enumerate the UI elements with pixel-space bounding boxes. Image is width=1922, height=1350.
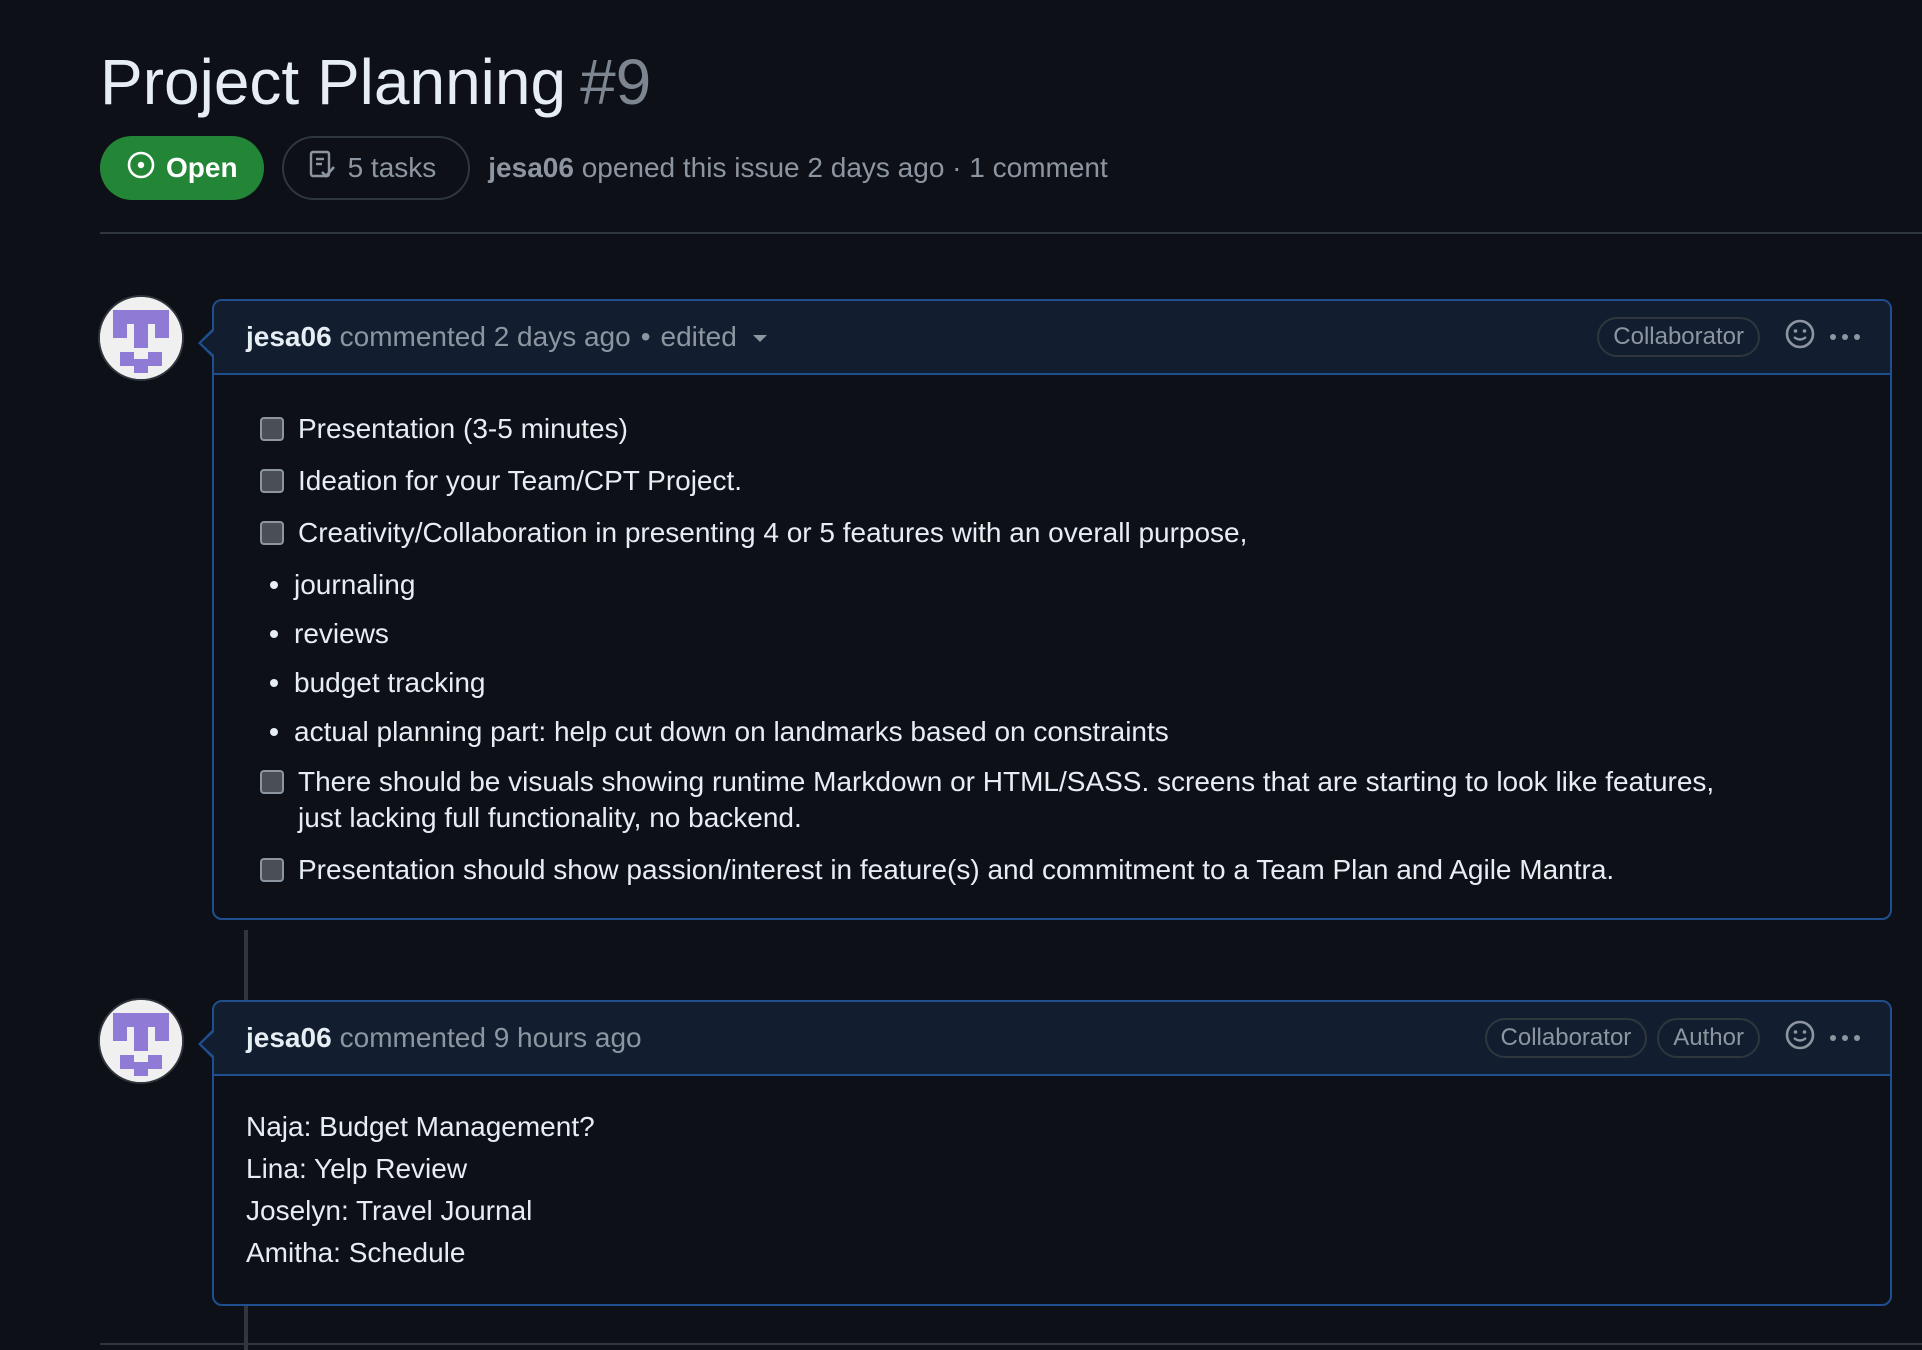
task-list-item: Presentation should show passion/interes… (246, 852, 1858, 888)
comment-header: jesa06 commented 2 days ago • edited Col… (198, 301, 1890, 375)
issue-comment: jesa06 commented 9 hours ago Collaborato… (198, 1000, 1892, 1306)
edited-history-button[interactable]: edited (661, 321, 767, 353)
issue-title-text: Project Planning (100, 46, 567, 118)
task-checkbox[interactable] (260, 858, 284, 882)
edited-label: edited (660, 321, 737, 352)
task-checkbox[interactable] (260, 469, 284, 493)
avatar[interactable] (100, 1000, 182, 1082)
add-reaction-button[interactable] (1784, 318, 1816, 357)
list-item: journaling (246, 567, 1858, 603)
comment-line: Joselyn: Travel Journal (246, 1195, 533, 1226)
comment-line: Lina: Yelp Review (246, 1153, 468, 1184)
chevron-down-icon (752, 335, 767, 343)
comment-timestamp[interactable]: commented 2 days ago (340, 321, 631, 353)
comment-options-button[interactable] (1830, 1018, 1860, 1058)
kebab-horizontal-icon (1830, 334, 1836, 340)
comment-options-button[interactable] (1830, 317, 1860, 357)
task-list-item: Presentation (3-5 minutes) (246, 411, 1858, 447)
task-list-item: Ideation for your Team/CPT Project. (246, 463, 1858, 499)
collaborator-label: Collaborator (1597, 317, 1760, 357)
header-divider (100, 232, 1922, 234)
issue-author-link[interactable]: jesa06 (488, 152, 574, 183)
comment-header: jesa06 commented 9 hours ago Collaborato… (198, 1002, 1890, 1076)
list-item-text: actual planning part: help cut down on l… (294, 716, 1169, 747)
task-text: There should be visuals showing runtime … (298, 766, 1715, 833)
issue-opened-icon (126, 150, 166, 187)
comment-header-actions: Collaborator Author (1475, 1018, 1860, 1058)
kebab-horizontal-icon (1830, 1035, 1836, 1041)
issue-number: #9 (580, 46, 652, 118)
footer-divider (100, 1343, 1922, 1345)
comment-timestamp[interactable]: commented 9 hours ago (340, 1022, 642, 1054)
task-checkbox[interactable] (260, 417, 284, 441)
issue-meta: Open 5 tasks jesa06 opened this issue 2 … (100, 136, 1108, 200)
timeline-connector (244, 930, 248, 1000)
task-text: Presentation should show passion/interes… (298, 854, 1615, 885)
task-checkbox[interactable] (260, 521, 284, 545)
collaborator-label: Collaborator (1484, 1018, 1648, 1058)
comment-body: Naja: Budget Management? Lina: Yelp Revi… (214, 1076, 1890, 1304)
comment-author-link[interactable]: jesa06 (246, 1022, 332, 1054)
list-item: actual planning part: help cut down on l… (246, 714, 1858, 750)
task-checkbox[interactable] (260, 770, 284, 794)
task-list-item: Creativity/Collaboration in presenting 4… (246, 515, 1858, 551)
comment-header-actions: Collaborator (1587, 317, 1860, 357)
task-list-item: There should be visuals showing runtime … (246, 764, 1746, 836)
task-text: Ideation for your Team/CPT Project. (298, 465, 743, 496)
smiley-icon (1784, 1019, 1816, 1058)
list-item: budget tracking (246, 665, 1858, 701)
issue-opened-info: jesa06 opened this issue 2 days ago · 1 … (488, 152, 1108, 184)
issue-page: Project Planning #9 Open 5 tasks jesa06 o… (100, 0, 1922, 1350)
tasks-progress-button[interactable]: 5 tasks (281, 136, 471, 200)
tasks-count: 5 tasks (347, 152, 437, 183)
list-item-text: budget tracking (294, 667, 486, 698)
comment-author-link[interactable]: jesa06 (246, 321, 332, 353)
bullet-list: journaling reviews budget tracking actua… (246, 567, 1858, 750)
issue-title: Project Planning #9 (100, 44, 651, 120)
issue-state-badge: Open (100, 136, 264, 200)
issue-state-label: Open (166, 152, 238, 183)
task-text: Presentation (3-5 minutes) (298, 413, 628, 444)
smiley-icon (1784, 318, 1816, 357)
list-item-text: journaling (294, 569, 416, 600)
issue-comment: jesa06 commented 2 days ago • edited Col… (198, 299, 1892, 920)
task-text: Creativity/Collaboration in presenting 4… (298, 517, 1248, 548)
comment-line: Naja: Budget Management? (246, 1111, 595, 1142)
comment-line: Amitha: Schedule (246, 1237, 466, 1268)
list-item: reviews (246, 616, 1858, 652)
list-item-text: reviews (294, 618, 389, 649)
avatar[interactable] (100, 297, 182, 379)
author-label: Author (1657, 1018, 1760, 1058)
add-reaction-button[interactable] (1784, 1019, 1816, 1058)
checklist-icon (308, 150, 348, 187)
separator-dot: • (640, 321, 651, 352)
comment-body: Presentation (3-5 minutes) Ideation for … (214, 375, 1890, 918)
issue-opened-text: opened this issue 2 days ago · 1 comment (581, 152, 1108, 183)
